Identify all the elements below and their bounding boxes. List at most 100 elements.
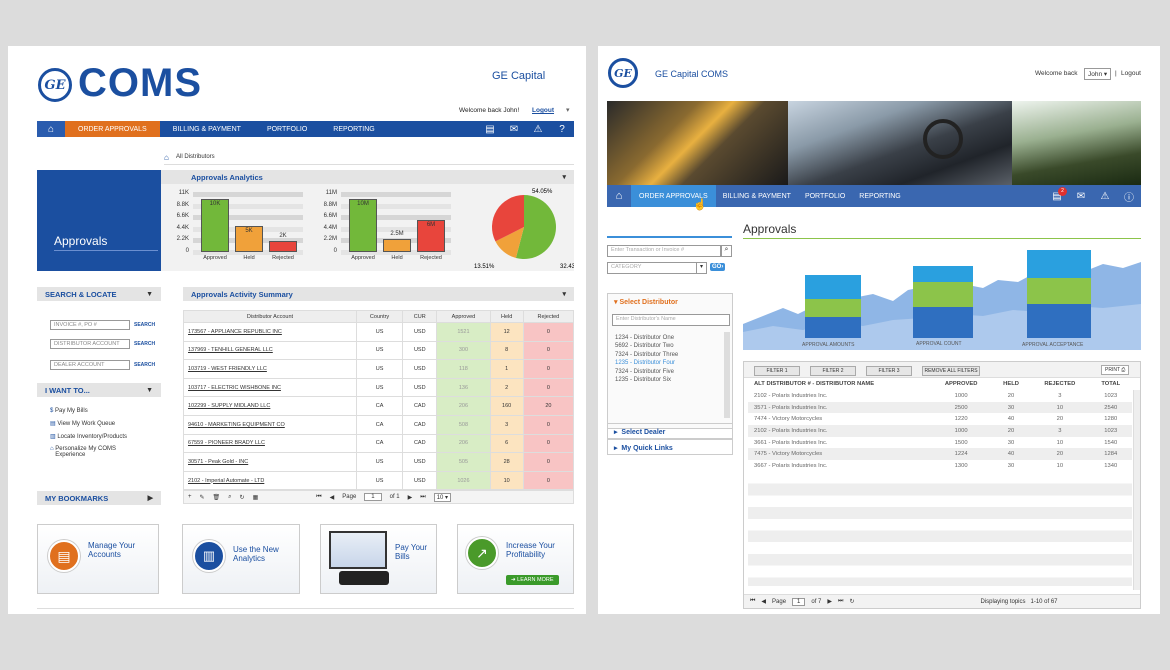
mail-icon[interactable]: ✉ [502,124,526,135]
table-row[interactable]: 7475 - Victory Motorcycles 1224 40 20 1284 [748,448,1132,461]
document-icon[interactable]: ▤ 2 [1045,186,1069,202]
table-row[interactable]: 3661 - Polaris Industries Inc. 1500 30 10 15… [748,437,1132,449]
home-icon[interactable]: ⌂ [607,190,631,202]
first-page-icon[interactable]: ⏮ [316,494,321,501]
table-row[interactable]: 173567 - APPLIANCE REPUBLIC INC US USD 1521… [183,322,575,342]
column-header[interactable]: Country [355,310,404,323]
warning-icon[interactable]: ⚠ [1093,191,1117,202]
first-page-icon[interactable]: ⏮ [750,598,755,605]
last-page-icon[interactable]: ⏭ [420,494,425,501]
print-button[interactable]: PRINT ⎙ [1101,365,1130,375]
home-icon[interactable]: ⌂ [37,121,65,137]
dealer-search-button[interactable]: SEARCH [134,362,155,368]
distributor-account-input[interactable]: DISTRIBUTOR ACCOUNT [50,339,130,349]
filter-button[interactable]: REMOVE ALL FILTERS [922,366,980,376]
table-row[interactable]: 2102 - Polaris Industries Inc. 1000 20 3 102… [748,425,1132,437]
search-locate-header[interactable]: SEARCH & LOCATE ▼ [37,287,161,301]
column-header[interactable]: Distributor Account [183,310,357,323]
list-item[interactable]: ▥ Locate Inventory/Products [50,433,145,440]
distributor-item[interactable]: 7324 - Distributor Five [615,368,678,376]
scrollbar[interactable] [724,332,730,418]
table-row[interactable]: 103717 - ELECTRIC WISHBONE INC US USD 136 2 0 [183,377,575,398]
nav-reporting[interactable]: REPORTING [852,185,908,207]
select-dealer-header[interactable]: ▸ Select Dealer [607,423,733,439]
tile-analytics[interactable]: ▥ Use the New Analytics [182,524,300,594]
nav-portfolio[interactable]: PORTFOLIO [798,185,852,207]
list-item[interactable]: $ Pay My Bills [50,408,145,414]
prev-page-icon[interactable]: ◀ [330,494,335,501]
tile-manage-accounts[interactable]: ▤ Manage Your Accounts [37,524,159,594]
table-row[interactable]: 30571 - Peak Gold - INC US USD 505 28 0 [183,452,575,472]
column-header[interactable]: ALT DISTRIBUTOR # - DISTRIBUTOR NAME [748,378,931,390]
help-icon[interactable]: ? [550,124,574,135]
transaction-search-input[interactable]: Enter Transaction or Invoice # [607,245,721,257]
quick-links-header[interactable]: ▸ My Quick Links [607,439,733,455]
column-header[interactable]: Held [489,310,524,323]
table-cell[interactable]: 67559 - PIONEER BRADY LLC [183,433,357,454]
collapse-icon[interactable]: ▾ [562,290,566,298]
refresh-icon[interactable]: ↻ [849,598,854,605]
tile-pay-bills[interactable]: Pay Your Bills [320,524,437,594]
table-row[interactable]: 3667 - Polaris Industries Inc. 1300 30 10 13… [748,460,1132,472]
table-row[interactable]: 67559 - PIONEER BRADY LLC CA CAD 206 6 0 [183,433,575,454]
nav-reporting[interactable]: REPORTING [320,121,388,137]
nav-billing-payment[interactable]: BILLING & PAYMENT [160,121,254,137]
invoice-search-button[interactable]: SEARCH [134,322,155,328]
table-cell[interactable]: 94610 - MARKETING EQUIPMENT CO [183,414,357,435]
breadcrumb[interactable]: All Distributors [176,154,215,160]
table-row[interactable]: 94610 - MARKETING EQUIPMENT CO CA CAD 508 3 0 [183,414,575,435]
chevron-down-icon[interactable]: ▾ [696,262,707,274]
distributor-item[interactable]: 1234 - Distributor One [615,334,678,342]
info-icon[interactable]: ⓘ [1117,189,1141,204]
table-row[interactable]: 102299 - SUPPLY MIDLAND LLC CA CAD 206 160 20 [183,396,575,416]
delete-icon[interactable]: 🗑 [213,494,221,501]
distributor-item[interactable]: 1235 - Distributor Six [615,376,678,384]
go-button[interactable]: GO› [710,263,726,271]
prev-page-icon[interactable]: ◀ [761,598,766,605]
dealer-account-input[interactable]: DEALER ACCOUNT [50,360,130,370]
column-header[interactable]: Approved [436,310,491,323]
refresh-icon[interactable]: ↻ [240,494,245,501]
next-page-icon[interactable]: ▶ [408,494,413,501]
search-icon[interactable]: ⌕ [228,494,231,501]
column-header[interactable]: Rejected [522,310,575,323]
tile-profitability[interactable]: ↗ Increase Your Profitability ➜ LEARN MO… [457,524,574,594]
table-cell[interactable]: 103717 - ELECTRIC WISHBONE INC [183,377,357,398]
grid-icon[interactable]: ▦ [253,494,259,501]
search-icon[interactable]: ⌕ [721,245,732,257]
list-item[interactable]: ⌂ Personalize My COMS Experience [50,446,145,458]
table-row[interactable]: 2102 - Imperial Automate - LTD US USD 1026 1… [183,470,575,491]
filter-button[interactable]: FILTER 3 [866,366,912,376]
bookmarks-header[interactable]: MY BOOKMARKS ▶ [37,491,161,505]
list-item[interactable]: ▤ View My Work Queue [50,420,145,427]
table-row[interactable]: 2102 - Polaris Industries Inc. 1000 20 3 102… [748,390,1132,402]
table-cell[interactable]: 30571 - Peak Gold - INC [183,452,357,472]
filter-button[interactable]: FILTER 2 [810,366,856,376]
collapse-icon[interactable]: ▾ [562,173,566,181]
chevron-down-icon[interactable]: ▾ [566,106,570,114]
add-icon[interactable]: + [188,494,192,500]
category-select[interactable]: CATEGORY [607,262,707,274]
home-breadcrumb-icon[interactable]: ⌂ [164,153,169,162]
last-page-icon[interactable]: ⏭ [838,598,843,605]
column-header[interactable]: TOTAL [1089,378,1132,390]
nav-billing-payment[interactable]: BILLING & PAYMENT [716,185,798,207]
learn-more-button[interactable]: ➜ LEARN MORE [506,575,559,585]
table-row[interactable]: 103719 - WEST FRIENDLY LLC US USD 118 1 0 [183,359,575,379]
user-select[interactable]: John ▾ [1084,68,1112,80]
edit-icon[interactable]: ✎ [200,494,205,501]
table-cell[interactable]: 137969 - TENHILL GENERAL LLC [183,340,357,361]
table-row[interactable]: 7474 - Victory Motorcycles 1220 40 20 1280 [748,413,1132,425]
table-cell[interactable]: 103719 - WEST FRIENDLY LLC [183,359,357,379]
filter-button[interactable]: FILTER 1 [754,366,800,376]
table-row[interactable]: 137969 - TENHILL GENERAL LLC US USD 300 8 0 [183,340,575,361]
distributor-search-button[interactable]: SEARCH [134,341,155,347]
nav-portfolio[interactable]: PORTFOLIO [254,121,320,137]
mail-icon[interactable]: ✉ [1069,191,1093,202]
table-row[interactable]: 3571 - Polaris Industries Inc. 2500 30 10 25… [748,401,1132,414]
i-want-to-header[interactable]: I WANT TO... ▼ [37,383,161,397]
next-page-icon[interactable]: ▶ [827,598,832,605]
distributor-item[interactable]: 1235 - Distributor Four [615,359,678,367]
warning-icon[interactable]: ⚠ [526,124,550,135]
table-cell[interactable]: 102299 - SUPPLY MIDLAND LLC [183,396,357,416]
